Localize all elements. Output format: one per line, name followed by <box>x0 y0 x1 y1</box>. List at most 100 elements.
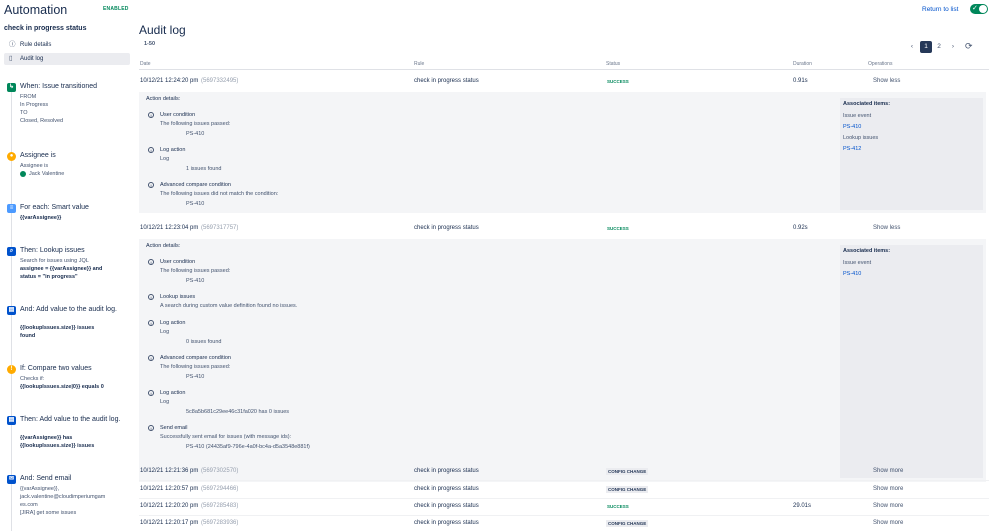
info-icon: i <box>148 355 154 361</box>
action-details-title: Action details: <box>146 96 181 102</box>
nav-rule-details[interactable]: ⓘ Rule details <box>4 39 130 51</box>
step-title: For each: Smart value <box>20 204 89 211</box>
rule-enabled-toggle[interactable]: ✓ <box>970 4 988 14</box>
action-line: Log <box>160 156 170 162</box>
table-row[interactable]: 10/12/21 12:20:20 pm (5697285483) check … <box>139 498 989 515</box>
table-row[interactable]: 10/12/21 12:20:17 pm (5697283936) check … <box>139 515 989 531</box>
step-detail: {{lookupIssues.size}} issues <box>20 325 95 331</box>
step-detail: status = "in progress" <box>20 274 78 280</box>
col-status[interactable]: Status <box>606 61 620 67</box>
avatar <box>20 171 26 177</box>
row-date: 10/12/21 12:21:36 pm <box>140 468 199 474</box>
issue-link[interactable]: PS-410 <box>843 271 861 277</box>
step-detail: {{varAssignee}} has <box>20 435 73 441</box>
associated-group-label: Issue event <box>843 260 872 266</box>
branch-icon: ≡ <box>7 204 16 213</box>
status-badge: ENABLED <box>103 6 129 12</box>
associated-group-label: Issue event <box>843 113 872 119</box>
issue-link[interactable]: PS-412 <box>843 146 861 152</box>
sidebar: check in progress status ⓘ Rule details … <box>0 22 132 531</box>
app-title: Automation <box>4 3 68 17</box>
info-icon: i <box>148 147 154 153</box>
table-row[interactable]: 10/12/21 12:23:04 pm (5697317757) check … <box>139 220 989 237</box>
row-rule: check in progress status <box>414 225 479 231</box>
nav-rule-details-label: Rule details <box>20 42 52 48</box>
next-page-icon[interactable]: › <box>947 41 959 53</box>
info-icon: i <box>148 294 154 300</box>
info-icon: i <box>148 390 154 396</box>
action-line: Log <box>160 399 170 405</box>
col-rule[interactable]: Rule <box>414 61 424 67</box>
step-title: Assignee is <box>20 152 56 159</box>
row-duration: 0.91s <box>793 78 808 84</box>
step-title: Then: Lookup issues <box>20 247 85 254</box>
step-detail: {{lookupIssues.size|0}} equals 0 <box>20 384 104 390</box>
action-line: The following issues did not match the c… <box>160 191 279 197</box>
nav-audit-log[interactable]: ▯ Audit log <box>4 53 130 65</box>
assignee-name: Jack Valentine <box>20 170 128 178</box>
action-item-value: 1 issues found <box>186 166 222 172</box>
issue-link[interactable]: PS-410 <box>843 124 861 130</box>
action-item-value: PS-410 (24435af9-796e-4a0f-bc4a-d5a3548e… <box>186 444 310 450</box>
action-name: Advanced compare condition <box>160 355 231 361</box>
step-detail: [JIRA] get some issues <box>20 510 77 516</box>
step-title: When: Issue transitioned <box>20 83 98 90</box>
assignee-name-text: Jack Valentine <box>29 171 65 177</box>
show-more-button[interactable]: Show more <box>873 515 903 531</box>
row-duration: 0.92s <box>793 225 808 231</box>
row-date: 10/12/21 12:20:57 pm <box>140 486 199 492</box>
row-rule: check in progress status <box>414 78 479 84</box>
step-detail: found <box>20 333 36 339</box>
row-id: (5697283936) <box>201 520 239 526</box>
row-id: (5697294466) <box>201 486 239 492</box>
action-item-value: 5c8a5b681c29ee46c31fa020 has 0 issues <box>186 409 290 415</box>
status-badge: SUCCESS <box>607 504 629 509</box>
row-date: 10/12/21 12:20:17 pm <box>140 520 199 526</box>
page-1-button[interactable]: 1 <box>920 41 932 53</box>
top-bar: Automation ENABLED Return to list ✓ <box>0 0 999 22</box>
nav-audit-log-label: Audit log <box>20 56 44 62</box>
info-icon: ⓘ <box>9 41 16 48</box>
col-duration[interactable]: Duration <box>793 61 812 67</box>
page-2-button[interactable]: 2 <box>933 41 945 53</box>
show-less-button[interactable]: Show less <box>873 73 900 90</box>
action-line: The following issues passed: <box>160 364 231 370</box>
refresh-icon[interactable]: ⟳ <box>965 41 973 52</box>
page-title: Audit log <box>139 23 186 37</box>
table-row[interactable]: 10/12/21 12:20:57 pm (5697294466) check … <box>139 481 989 498</box>
info-icon: i <box>148 112 154 118</box>
prev-page-icon[interactable]: ‹ <box>906 41 918 53</box>
toggle-knob <box>979 5 987 13</box>
associated-items-panel: Associated items: Issue event PS-410 <box>840 245 983 478</box>
row-rule: check in progress status <box>414 468 479 474</box>
action-item-value: PS-410 <box>186 201 205 207</box>
show-more-button[interactable]: Show more <box>873 498 903 515</box>
return-to-list-link[interactable]: Return to list <box>922 6 959 13</box>
table-header: Date Rule Status Duration Operations <box>139 60 989 70</box>
show-less-button[interactable]: Show less <box>873 220 900 237</box>
log-icon: ▤ <box>7 416 16 425</box>
table-row[interactable]: 10/12/21 12:21:36 pm (5697302570) check … <box>139 463 989 480</box>
row-rule: check in progress status <box>414 503 479 509</box>
rule-name: check in progress status <box>4 25 87 32</box>
row-duration: 29.01s <box>793 503 812 509</box>
action-name: Lookup issues <box>160 294 196 300</box>
compare-icon: ! <box>7 365 16 374</box>
action-line: Successfully sent email for issues (with… <box>160 434 292 440</box>
step-detail: {{varAssignee}} <box>20 215 62 221</box>
action-name: Log action <box>160 390 186 396</box>
step-detail: Checks if: <box>20 376 45 382</box>
action-line: The following issues passed: <box>160 268 231 274</box>
associated-items-title: Associated items: <box>843 248 891 254</box>
action-name: Log action <box>160 320 186 326</box>
row-id: (5697285483) <box>201 503 239 509</box>
status-badge: CONFIG CHANGE <box>606 486 649 493</box>
table-row[interactable]: 10/12/21 12:24:20 pm (5697332495) check … <box>139 73 989 90</box>
col-operations: Operations <box>868 61 893 67</box>
col-date[interactable]: Date <box>140 61 151 67</box>
row-rule: check in progress status <box>414 520 479 526</box>
status-badge: SUCCESS <box>607 226 629 231</box>
action-details-panel: Action details: i User condition The fol… <box>139 239 986 482</box>
show-more-button[interactable]: Show more <box>873 463 903 480</box>
show-more-button[interactable]: Show more <box>873 481 903 498</box>
